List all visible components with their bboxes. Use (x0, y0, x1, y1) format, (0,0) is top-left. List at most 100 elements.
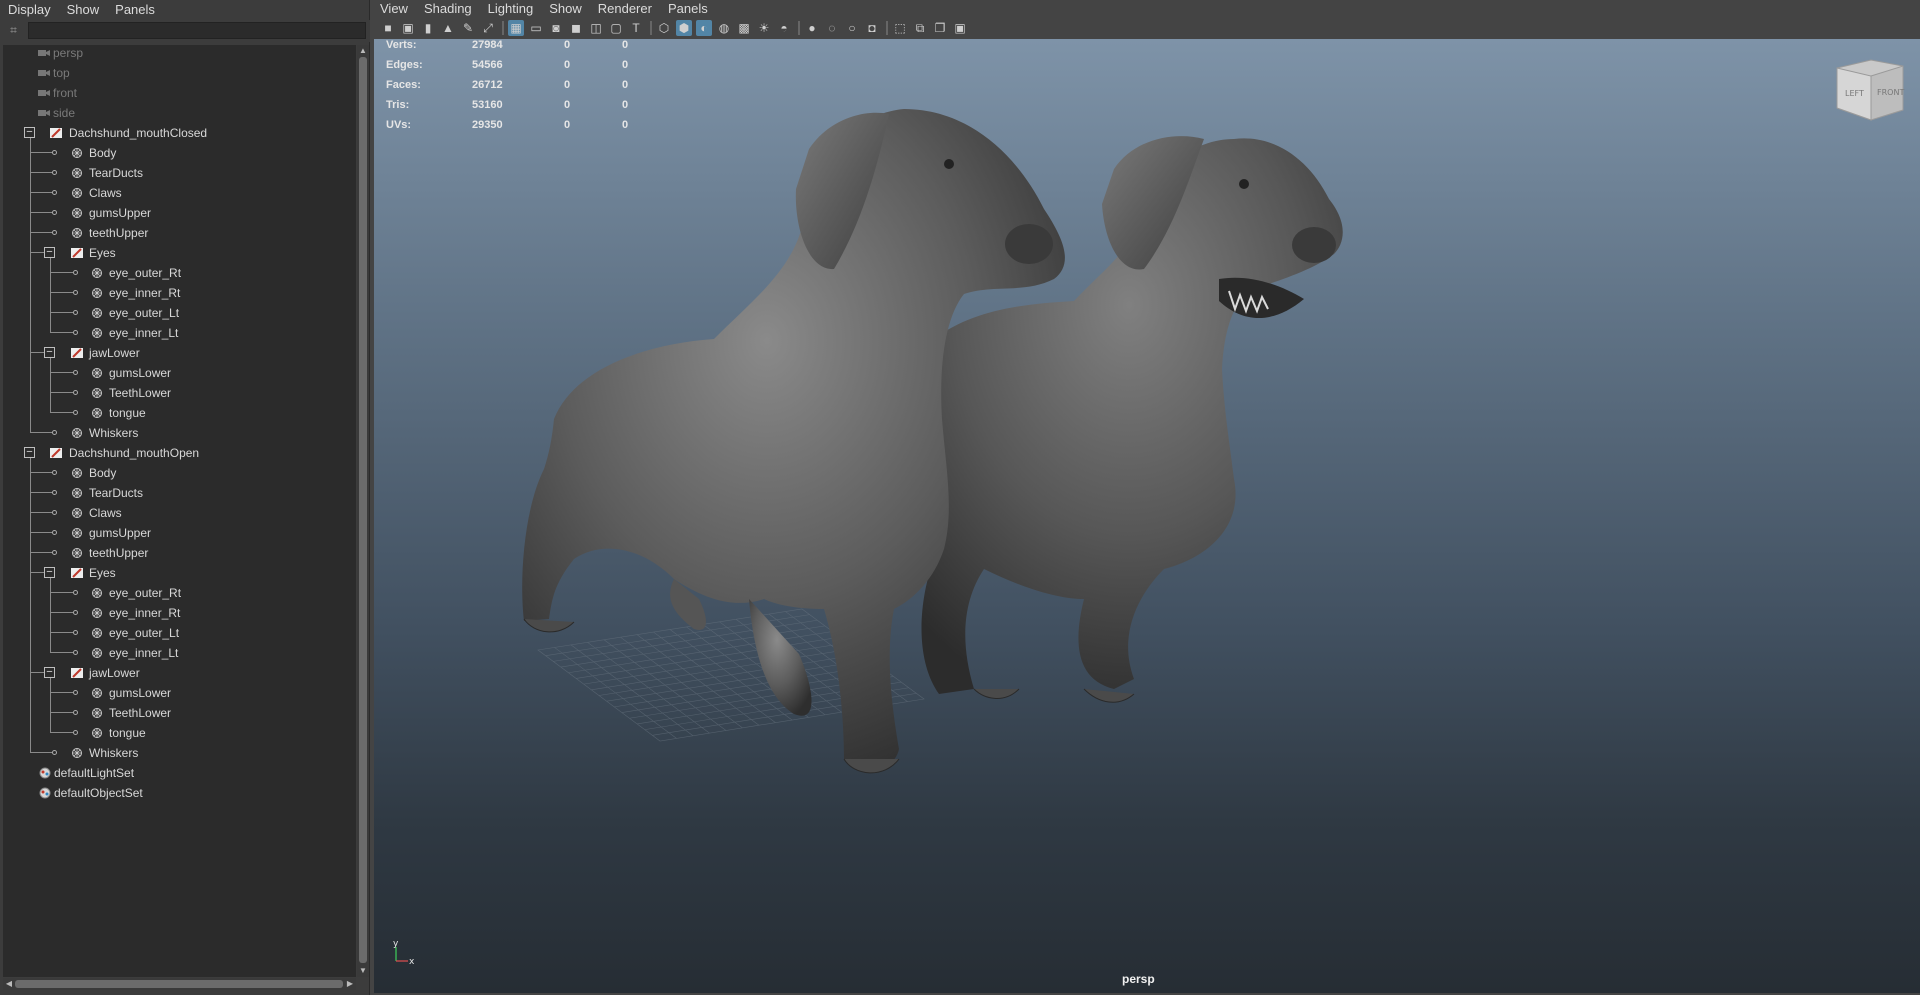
menu-renderer[interactable]: Renderer (590, 0, 660, 17)
outliner-item[interactable]: eye_outer_Lt (3, 623, 356, 643)
outliner-item[interactable]: eye_outer_Lt (3, 303, 356, 323)
scrollbar-thumb[interactable] (15, 980, 343, 988)
3d-viewport[interactable]: Verts: 27984 0 0 Edges: 54566 0 0 Faces: 26712 0 0 T… (374, 39, 1920, 993)
visibility-dot-icon[interactable] (52, 530, 57, 535)
visibility-dot-icon[interactable] (52, 230, 57, 235)
camera-icon[interactable]: ■ (380, 20, 396, 36)
default-material-icon[interactable]: ◐ (696, 20, 712, 36)
collapse-toggle-icon[interactable]: − (44, 247, 55, 258)
scroll-down-arrow-icon[interactable]: ▼ (358, 966, 368, 976)
menu-lighting[interactable]: Lighting (480, 0, 542, 17)
outliner-item[interactable]: gumsLower (3, 683, 356, 703)
visibility-dot-icon[interactable] (52, 750, 57, 755)
outliner-item[interactable]: eye_inner_Rt (3, 283, 356, 303)
outliner-item[interactable]: TearDucts (3, 163, 356, 183)
xray-active-icon[interactable]: ❐ (932, 20, 948, 36)
outliner-item[interactable]: eye_outer_Rt (3, 263, 356, 283)
collapse-toggle-icon[interactable]: − (44, 667, 55, 678)
field-chart-icon[interactable]: ◫ (588, 20, 604, 36)
visibility-dot-icon[interactable] (52, 490, 57, 495)
outliner-item[interactable]: front (3, 83, 356, 103)
visibility-dot-icon[interactable] (52, 430, 57, 435)
outliner-item[interactable]: defaultLightSet (3, 763, 356, 783)
resolution-gate-icon[interactable]: ◙ (548, 20, 564, 36)
visibility-dot-icon[interactable] (73, 270, 78, 275)
anti-aliasing-icon[interactable]: ○ (844, 20, 860, 36)
menu-show[interactable]: Show (541, 0, 590, 17)
outliner-item[interactable]: side (3, 103, 356, 123)
scroll-up-arrow-icon[interactable]: ▲ (358, 46, 368, 56)
visibility-dot-icon[interactable] (73, 310, 78, 315)
panel-layout-icon[interactable]: ▣ (952, 20, 968, 36)
outliner-item[interactable]: Body (3, 143, 356, 163)
outliner-item[interactable]: − jawLower (3, 663, 356, 683)
filter-icon[interactable]: ⌗ (6, 23, 21, 38)
camera-attributes-icon[interactable]: ▣ (400, 20, 416, 36)
menu-display[interactable]: Display (0, 0, 59, 19)
outliner-item[interactable]: Whiskers (3, 743, 356, 763)
viewcube-front-face[interactable]: FRONT (1877, 88, 1904, 97)
2d-pan-zoom-icon[interactable]: ⤢ (480, 20, 496, 36)
visibility-dot-icon[interactable] (73, 650, 78, 655)
visibility-dot-icon[interactable] (52, 210, 57, 215)
outliner-item[interactable]: tongue (3, 723, 356, 743)
safe-title-icon[interactable]: T (628, 20, 644, 36)
outliner-item[interactable]: − Dachshund_mouthClosed (3, 123, 356, 143)
scroll-right-arrow-icon[interactable]: ▶ (345, 979, 355, 989)
film-gate-icon[interactable]: ▭ (528, 20, 544, 36)
outliner-item[interactable]: gumsUpper (3, 523, 356, 543)
bookmark-icon[interactable]: ▮ (420, 20, 436, 36)
visibility-dot-icon[interactable] (73, 630, 78, 635)
outliner-item[interactable]: Claws (3, 503, 356, 523)
viewcube-left-face[interactable]: LEFT (1845, 89, 1864, 98)
wireframe-icon[interactable]: ⬡ (656, 20, 672, 36)
outliner-item[interactable]: persp (3, 45, 356, 63)
outliner-item[interactable]: TeethLower (3, 703, 356, 723)
scrollbar-thumb[interactable] (359, 57, 367, 963)
grease-pencil-icon[interactable]: ✎ (460, 20, 476, 36)
use-lights-icon[interactable]: ☀ (756, 20, 772, 36)
outliner-item[interactable]: tongue (3, 403, 356, 423)
scroll-left-arrow-icon[interactable]: ◀ (4, 979, 14, 989)
menu-view[interactable]: View (372, 0, 416, 17)
outliner-item[interactable]: Whiskers (3, 423, 356, 443)
outliner-item[interactable]: eye_inner_Lt (3, 323, 356, 343)
outliner-item[interactable]: − Dachshund_mouthOpen (3, 443, 356, 463)
collapse-toggle-icon[interactable]: − (44, 347, 55, 358)
outliner-item[interactable]: − jawLower (3, 343, 356, 363)
visibility-dot-icon[interactable] (52, 150, 57, 155)
visibility-dot-icon[interactable] (73, 410, 78, 415)
collapse-toggle-icon[interactable]: − (24, 127, 35, 138)
outliner-item[interactable]: gumsLower (3, 363, 356, 383)
motion-blur-icon[interactable]: ◌ (824, 20, 840, 36)
outliner-vertical-scrollbar[interactable]: ▲ ▼ (357, 45, 369, 977)
outliner-item[interactable]: TearDucts (3, 483, 356, 503)
outliner-item[interactable]: teethUpper (3, 223, 356, 243)
grid-icon[interactable]: ▦ (508, 20, 524, 36)
outliner-item[interactable]: − Eyes (3, 563, 356, 583)
depth-of-field-icon[interactable]: ◘ (864, 20, 880, 36)
image-plane-icon[interactable]: ▲ (440, 20, 456, 36)
visibility-dot-icon[interactable] (73, 690, 78, 695)
outliner-search-input[interactable] (28, 22, 366, 39)
visibility-dot-icon[interactable] (73, 710, 78, 715)
outliner-item[interactable]: eye_inner_Rt (3, 603, 356, 623)
isolate-select-icon[interactable]: ⬚ (892, 20, 908, 36)
visibility-dot-icon[interactable] (52, 190, 57, 195)
visibility-dot-icon[interactable] (73, 290, 78, 295)
visibility-dot-icon[interactable] (73, 390, 78, 395)
visibility-dot-icon[interactable] (73, 370, 78, 375)
outliner-item[interactable]: eye_inner_Lt (3, 643, 356, 663)
wireframe-on-shaded-icon[interactable]: ◍ (716, 20, 732, 36)
menu-show[interactable]: Show (59, 0, 108, 19)
outliner-item[interactable]: gumsUpper (3, 203, 356, 223)
collapse-toggle-icon[interactable]: − (44, 567, 55, 578)
collapse-toggle-icon[interactable]: − (24, 447, 35, 458)
viewcube[interactable]: LEFT FRONT (1831, 50, 1907, 122)
outliner-item[interactable]: − Eyes (3, 243, 356, 263)
menu-shading[interactable]: Shading (416, 0, 480, 17)
outliner-item[interactable]: TeethLower (3, 383, 356, 403)
outliner-item[interactable]: Claws (3, 183, 356, 203)
visibility-dot-icon[interactable] (52, 550, 57, 555)
visibility-dot-icon[interactable] (73, 590, 78, 595)
